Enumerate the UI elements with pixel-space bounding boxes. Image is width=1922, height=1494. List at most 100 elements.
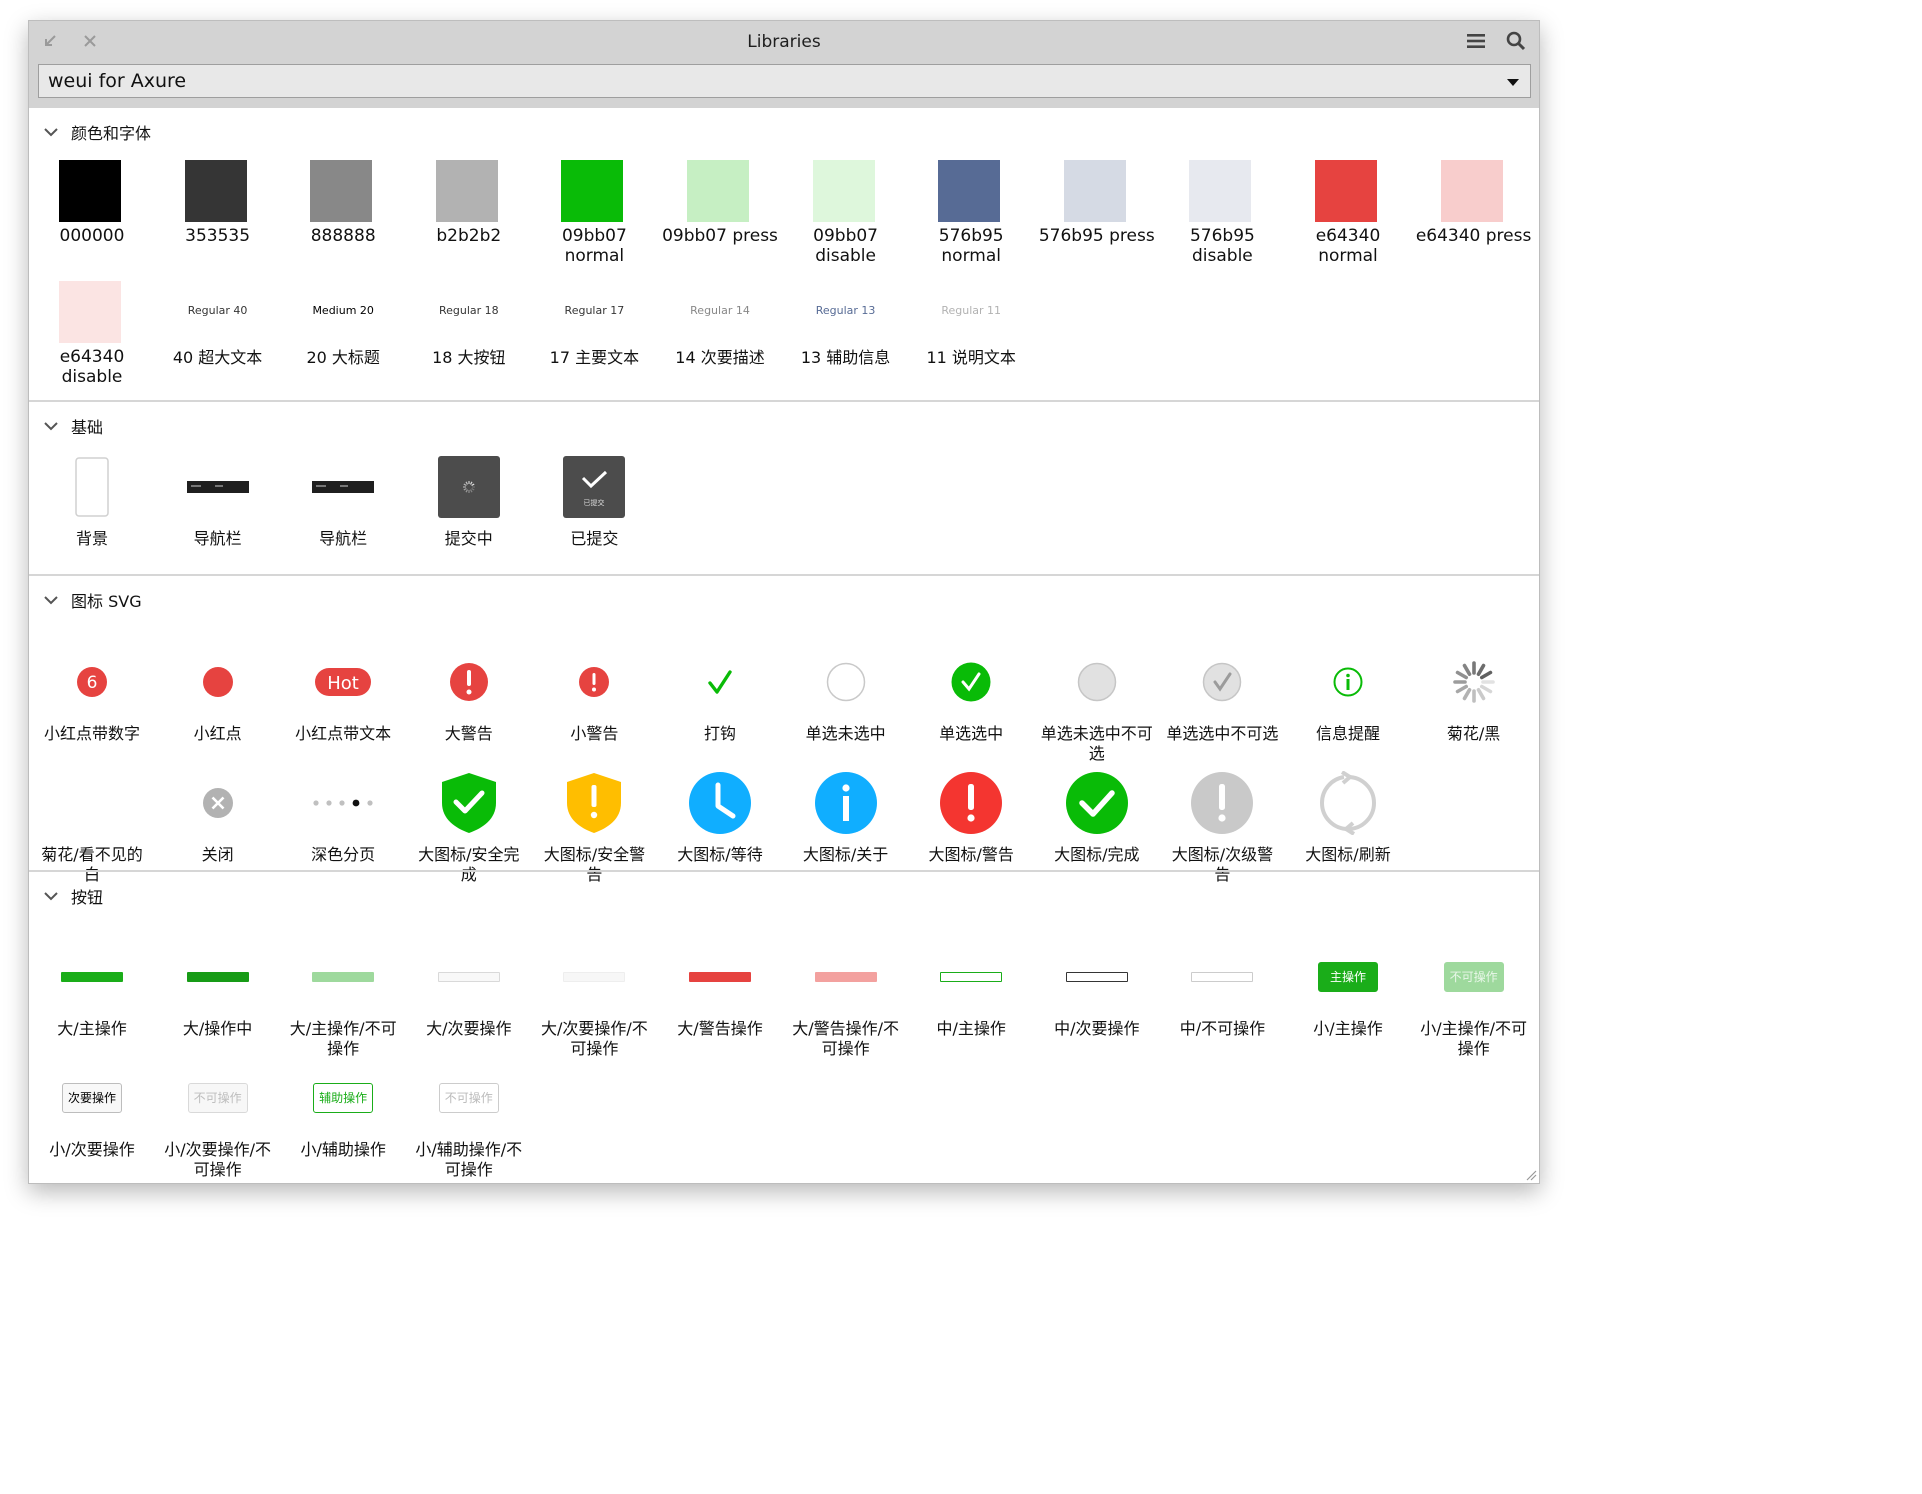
chevron-down-icon[interactable]	[43, 418, 59, 434]
basic-item-navbar-thumb[interactable]: 导航栏	[280, 455, 406, 565]
button-preview-wrap: 不可操作	[406, 1066, 532, 1130]
color-swatch-item[interactable]: b2b2b2	[406, 160, 532, 270]
button-preview[interactable]: 不可操作	[1443, 962, 1504, 992]
typography-caption: Regular 40	[187, 304, 248, 317]
chevron-down-icon[interactable]	[43, 124, 59, 140]
button-sample-item[interactable]: 中/主操作	[908, 945, 1034, 1055]
button-sample-item[interactable]: 中/不可操作	[1159, 945, 1285, 1055]
button-sample-item[interactable]: 中/次要操作	[1034, 945, 1160, 1055]
button-preview[interactable]	[1191, 972, 1254, 982]
button-sample-item[interactable]: 次要操作 小/次要操作	[29, 1066, 155, 1176]
chevron-down-icon[interactable]	[1507, 79, 1519, 86]
icon-item-radio-checked[interactable]: 单选选中	[908, 648, 1034, 758]
button-sample-item[interactable]: 大/次要操作/不 可操作	[531, 945, 657, 1058]
icon-item-radio-unchecked-disabled[interactable]: 单选未选中不可选	[1034, 648, 1160, 763]
button-preview[interactable]: 辅助操作	[313, 1083, 374, 1113]
button-sample-item[interactable]: 大/警告操作	[657, 945, 783, 1055]
color-swatch-item[interactable]: e64340 disable	[29, 281, 155, 391]
color-swatch-item[interactable]: 353535	[155, 160, 281, 270]
icon-item-radio-checked-disabled[interactable]: 单选选中不可选	[1159, 648, 1285, 758]
section-header-basic[interactable]: 基础	[43, 415, 103, 437]
success-big-icon-wrap	[1034, 769, 1160, 837]
basic-item-submitted-toast[interactable]: 已提交 已提交	[531, 455, 657, 565]
color-swatch	[1315, 160, 1377, 222]
icon-item-shield-warning[interactable]: 大图标/安全警告	[531, 769, 657, 884]
typography-item[interactable]: Regular 18 18 大按钮	[406, 304, 532, 374]
icon-item-clock-waiting[interactable]: 大图标/等待	[657, 769, 783, 879]
icon-item-dark-pagination[interactable]: 深色分页	[280, 769, 406, 879]
refresh-icon-wrap	[1285, 769, 1411, 837]
icon-item-check[interactable]: 打钩	[657, 648, 783, 758]
icon-item-red-dot-number[interactable]: 6 小红点带数字	[29, 648, 155, 758]
color-swatch-item[interactable]: 09bb07 press	[657, 160, 783, 270]
typography-item[interactable]: Medium 20 20 大标题	[280, 304, 406, 374]
color-swatch-item[interactable]: 000000	[29, 160, 155, 270]
button-preview[interactable]	[940, 972, 1003, 982]
basic-item-submitting-toast[interactable]: 提交中	[406, 455, 532, 565]
button-sample-item[interactable]: 不可操作 小/辅助操作/不 可操作	[406, 1066, 532, 1179]
icon-item-spinner-dark[interactable]: 菊花/黑	[1411, 648, 1537, 758]
button-preview[interactable]	[61, 972, 123, 982]
color-swatch-item[interactable]: 09bb07 normal	[531, 160, 657, 270]
basic-item-background-thumb[interactable]: 背景	[29, 455, 155, 565]
button-preview[interactable]: 次要操作	[62, 1083, 122, 1113]
button-preview[interactable]	[186, 972, 249, 982]
chevron-down-icon[interactable]	[43, 888, 59, 904]
icon-item-warn-secondary[interactable]: 大图标/次级警告	[1159, 769, 1285, 884]
button-sample-item[interactable]: 不可操作 小/次要操作/不 可操作	[155, 1066, 281, 1179]
library-select[interactable]: weui for Axure	[38, 64, 1531, 98]
button-preview[interactable]	[563, 972, 626, 982]
icon-item-red-dot[interactable]: 小红点	[155, 648, 281, 758]
color-swatch-item[interactable]: 576b95 normal	[908, 160, 1034, 270]
icon-item-warn-large[interactable]: 大警告	[406, 648, 532, 758]
typography-item[interactable]: Regular 14 14 次要描述	[657, 304, 783, 374]
menu-icon[interactable]	[1465, 30, 1487, 52]
typography-item[interactable]: Regular 17 17 主要文本	[531, 304, 657, 374]
button-preview[interactable]	[437, 972, 500, 982]
basic-item-navbar-thumb[interactable]: 导航栏	[155, 455, 281, 565]
section-header-buttons[interactable]: 按钮	[43, 885, 103, 907]
button-preview[interactable]	[814, 972, 877, 982]
color-swatch-item[interactable]: 09bb07 disable	[783, 160, 909, 270]
section-header-colors[interactable]: 颜色和字体	[43, 121, 151, 143]
icon-item-close-circle[interactable]: 关闭	[155, 769, 281, 879]
color-swatch-item[interactable]: 576b95 press	[1034, 160, 1160, 270]
button-sample-item[interactable]: 大/次要操作	[406, 945, 532, 1055]
button-sample-item[interactable]: 大/操作中	[155, 945, 281, 1055]
icon-item-info-outline[interactable]: 信息提醒	[1285, 648, 1411, 758]
button-sample-item[interactable]: 大/主操作/不可 操作	[280, 945, 406, 1058]
icon-item-refresh[interactable]: 大图标/刷新	[1285, 769, 1411, 879]
icon-item-info-large[interactable]: 大图标/关于	[783, 769, 909, 879]
button-sample-item[interactable]: 大/主操作	[29, 945, 155, 1055]
typography-item[interactable]: Regular 40 40 超大文本	[155, 304, 281, 374]
button-sample-item[interactable]: 不可操作 小/主操作/不可 操作	[1411, 945, 1537, 1058]
chevron-down-icon[interactable]	[43, 592, 59, 608]
button-sample-item[interactable]: 辅助操作 小/辅助操作	[280, 1066, 406, 1176]
color-swatch-item[interactable]: 576b95 disable	[1159, 160, 1285, 270]
typography-item[interactable]: Regular 13 13 辅助信息	[783, 304, 909, 374]
button-preview[interactable]	[1065, 972, 1128, 982]
item-label: 中/次要操作	[1054, 1019, 1140, 1038]
icon-item-success-big[interactable]: 大图标/完成	[1034, 769, 1160, 879]
color-swatch-item[interactable]: e64340 press	[1411, 160, 1537, 270]
icon-item-shield-success[interactable]: 大图标/安全完成	[406, 769, 532, 884]
icon-item-spinner-white[interactable]: 菊花/看不见的白	[29, 769, 155, 884]
section-header-icons[interactable]: 图标 SVG	[43, 589, 142, 611]
button-sample-item[interactable]: 大/警告操作/不 可操作	[783, 945, 909, 1058]
button-preview[interactable]	[689, 972, 751, 982]
color-swatch-item[interactable]: 888888	[280, 160, 406, 270]
icon-item-red-dot-text[interactable]: Hot 小红点带文本	[280, 648, 406, 758]
resize-handle-icon[interactable]	[1523, 1167, 1537, 1181]
button-preview[interactable]: 不可操作	[438, 1083, 499, 1113]
typography-item[interactable]: Regular 11 11 说明文本	[908, 304, 1034, 374]
icon-item-warn-big[interactable]: 大图标/警告	[908, 769, 1034, 879]
icon-item-warn-small[interactable]: 小警告	[531, 648, 657, 758]
button-preview[interactable]	[312, 972, 375, 982]
button-preview[interactable]: 不可操作	[187, 1083, 248, 1113]
icon-item-radio-unchecked[interactable]: 单选未选中	[783, 648, 909, 758]
button-sample-item[interactable]: 主操作 小/主操作	[1285, 945, 1411, 1055]
color-swatch-item[interactable]: e64340 normal	[1285, 160, 1411, 270]
button-preview[interactable]: 主操作	[1318, 962, 1378, 992]
search-icon[interactable]	[1505, 30, 1527, 52]
item-label: 576b95 normal	[938, 226, 1004, 266]
